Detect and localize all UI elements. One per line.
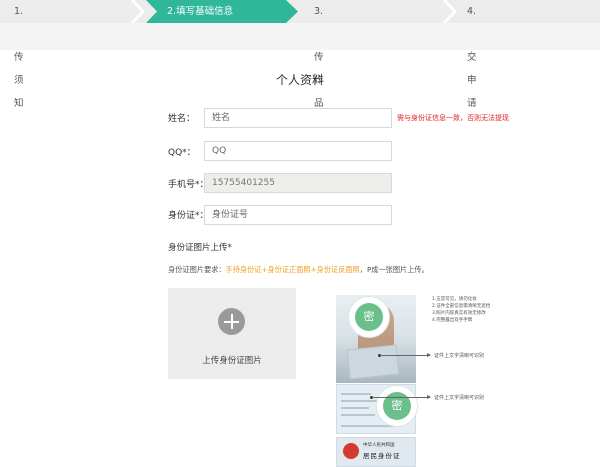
qq-label: QQ*： <box>168 148 196 158</box>
note-item: 2.证件全部信息需清晰无遮挡 <box>432 304 491 309</box>
card-title-text: 居民身份证 <box>363 452 401 460</box>
step-separator-icon <box>130 0 146 23</box>
step-label: 2.填写基础信息 <box>167 6 234 17</box>
name-input[interactable]: 姓名 <box>204 108 392 128</box>
sample-id-back: 中华人民共和国 居民身份证 <box>336 437 416 467</box>
phone-input: 15755401255 <box>204 173 392 193</box>
section-title: 个人资料 <box>275 73 324 87</box>
card-country-text: 中华人民共和国 <box>363 443 395 448</box>
card-text-line <box>341 407 369 409</box>
req-prefix: 身份证图片要求： <box>168 265 226 274</box>
id-upload-requirements: 身份证图片要求：手持身份证+身份证正面照+身份证反面照，P成一张图片上传。 <box>168 265 429 275</box>
step-label: 3.上传作品 <box>314 6 324 109</box>
photo-requirement-notes: 1.五官可见，请勿化妆 2.证件全部信息需清晰无遮挡 3.照片内容真实有效无修改… <box>432 296 490 324</box>
name-label: 姓名： <box>168 114 196 124</box>
header-band <box>0 23 600 50</box>
step-progress-bar: 1.上传须知 2.填写基础信息 3.上传作品 4.提交申请 <box>0 0 600 109</box>
card-text-line <box>341 400 377 402</box>
id-upload-title: 身份证图片上传* <box>168 243 232 253</box>
card-text-line <box>341 414 375 416</box>
callout-text: 证件上文字清晰可识别 <box>434 353 485 359</box>
req-suffix: ，P成一张图片上传。 <box>359 265 429 274</box>
name-warning-hint: 需与身份证信息一致，否则无法提现 <box>397 114 509 122</box>
qq-input[interactable]: QQ <box>204 141 392 161</box>
step-label: 1.上传须知 <box>14 6 24 109</box>
step-label: 4.提交申请 <box>467 6 477 109</box>
watermark-badge: 密 <box>348 296 390 338</box>
note-item: 1.五官可见，请勿化妆 <box>432 297 477 302</box>
idcard-input[interactable]: 身份证号 <box>204 205 392 225</box>
plus-circle-icon <box>218 308 245 335</box>
callout-arrow-icon <box>380 353 431 357</box>
idcard-label: 身份证*： <box>168 211 209 221</box>
card-text-line <box>341 393 371 395</box>
step-basic-info-active[interactable]: 2.填写基础信息 <box>146 0 298 23</box>
phone-label: 手机号*： <box>168 180 209 190</box>
callout-arrow-icon <box>372 395 431 399</box>
step-separator-icon <box>442 0 458 23</box>
held-id-card <box>346 344 400 380</box>
watermark-text: 密 <box>355 303 383 331</box>
note-item: 3.照片内容真实有效无修改 <box>432 311 486 316</box>
watermark-badge: 密 <box>376 385 418 427</box>
national-emblem-icon <box>343 443 359 459</box>
upload-button-label: 上传身份证图片 <box>202 356 262 366</box>
callout-text: 证件上文字清晰可识别 <box>434 395 485 401</box>
req-highlight: 手持身份证+身份证正面照+身份证反面照 <box>225 265 360 274</box>
upload-id-image-button[interactable]: 上传身份证图片 <box>168 288 296 379</box>
note-item: 4.完整露出双手手臂 <box>432 318 473 323</box>
